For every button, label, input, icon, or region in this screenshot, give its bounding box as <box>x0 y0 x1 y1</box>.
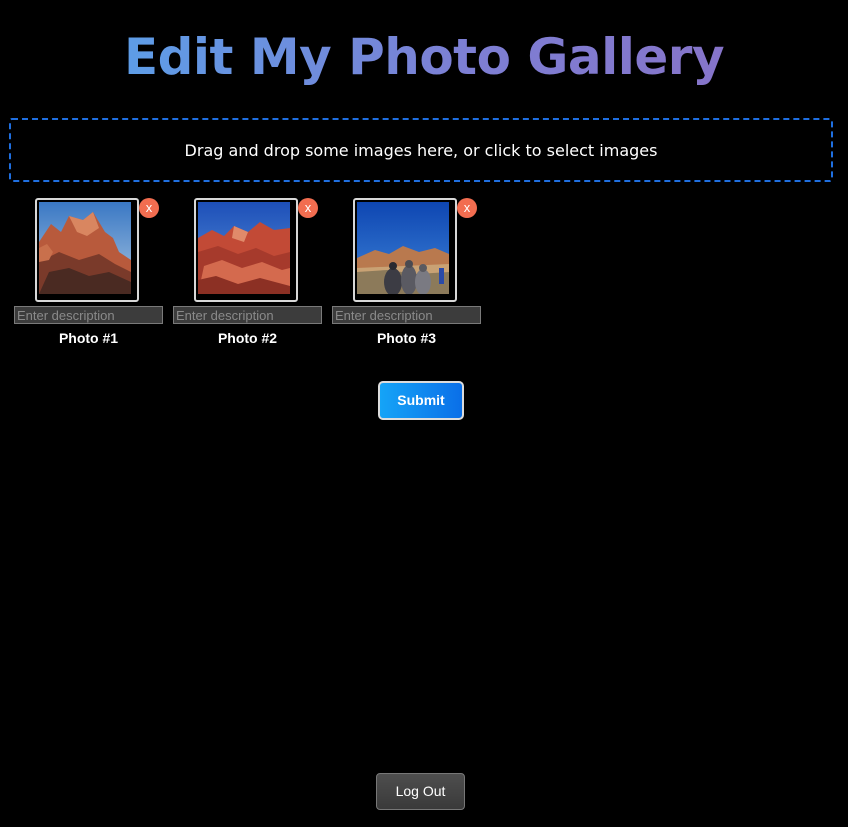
photo-thumbnail <box>39 202 131 294</box>
submit-button[interactable]: Submit <box>378 381 464 420</box>
dropzone-text: Drag and drop some images here, or click… <box>184 140 658 160</box>
photo-card: x Photo #2 <box>173 198 323 348</box>
photo-thumbnail-frame <box>35 198 139 302</box>
photo-description-input[interactable] <box>173 306 322 324</box>
photo-label: Photo #2 <box>217 330 278 346</box>
logout-button[interactable]: Log Out <box>376 773 465 810</box>
photo-card: x Photo #3 <box>332 198 482 348</box>
photo-thumbnail <box>357 202 449 294</box>
remove-photo-button[interactable]: x <box>139 198 159 218</box>
photo-label: Photo #3 <box>376 330 437 346</box>
photo-description-input[interactable] <box>332 306 481 324</box>
remove-photo-button[interactable]: x <box>457 198 477 218</box>
photo-thumbnail-frame <box>194 198 298 302</box>
photo-label: Photo #1 <box>58 330 119 346</box>
photo-thumbnail-frame <box>353 198 457 302</box>
image-dropzone[interactable]: Drag and drop some images here, or click… <box>9 118 833 182</box>
page-title: Edit My Photo Gallery <box>0 26 848 88</box>
photo-thumbnail <box>198 202 290 294</box>
remove-photo-button[interactable]: x <box>298 198 318 218</box>
photo-description-input[interactable] <box>14 306 163 324</box>
photo-card: x Photo #1 <box>14 198 164 348</box>
